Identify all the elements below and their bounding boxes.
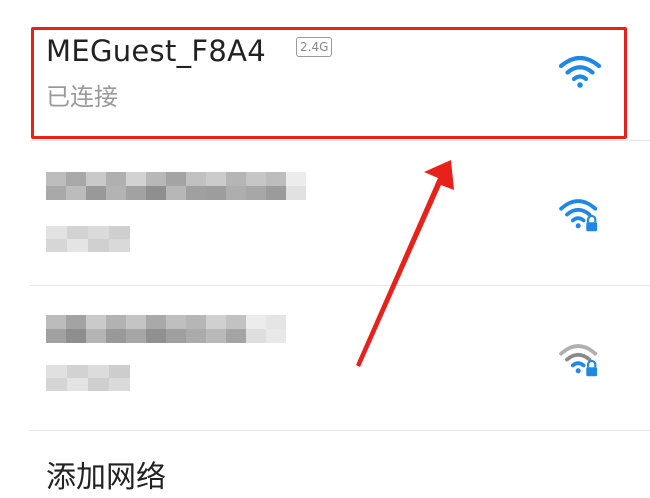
blurred-status [46, 226, 130, 252]
wifi-item-secured[interactable] [0, 140, 650, 285]
add-network-label: 添加网络 [46, 460, 166, 495]
blurred-status [46, 365, 130, 391]
blurred-ssid [46, 172, 306, 200]
blurred-ssid [46, 315, 286, 343]
wifi-network-list: MEGuest_F8A4 2.4G 已连接 添加网络 [0, 0, 650, 495]
wifi-locked-icon [559, 199, 598, 232]
wifi-item-secured[interactable] [0, 285, 650, 430]
highlight-box [31, 27, 627, 139]
wifi-locked-icon [559, 344, 598, 377]
